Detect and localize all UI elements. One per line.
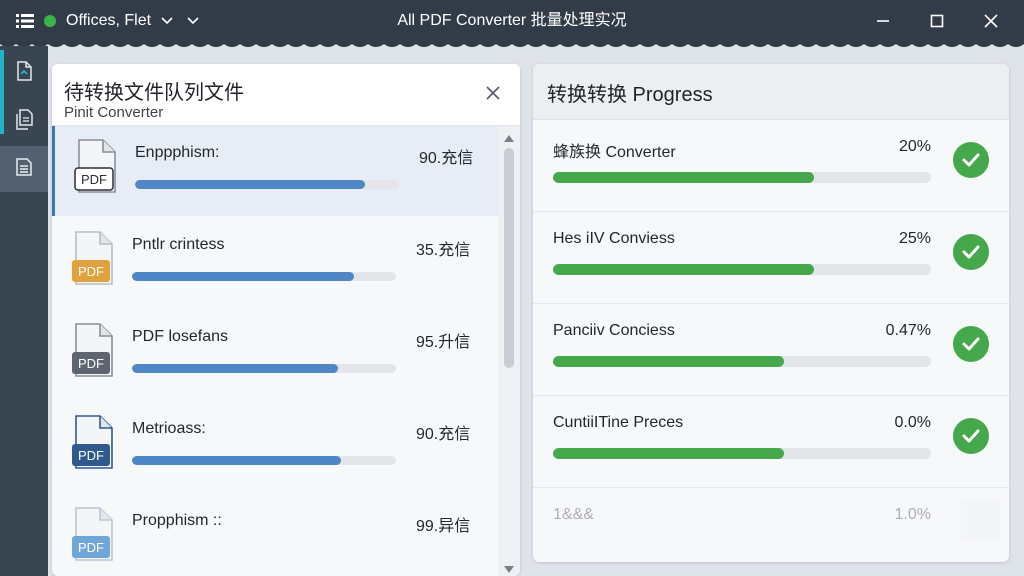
pdf-file-icon: PDF [70, 322, 116, 380]
file-progress-bar [132, 364, 396, 373]
file-queue-header: 待转换文件队列文件 Pinit Converter [52, 64, 520, 126]
title-bar-left: Offices, Flet [16, 0, 199, 42]
file-row[interactable]: PDF Enppphism: 90.充信 [52, 126, 498, 216]
file-progress-bar [132, 272, 396, 281]
check-circle-icon [953, 418, 989, 454]
rail-item-convert[interactable] [0, 50, 48, 96]
file-name: PDF losefans [132, 328, 229, 345]
pdf-file-icon: PDF [73, 138, 119, 196]
status-dot-icon [44, 15, 56, 27]
conversion-name: 蜂族换 Converter [553, 144, 676, 161]
documents-icon [13, 108, 35, 135]
file-row[interactable]: PDF PDF losefans 95.升信 [52, 310, 498, 400]
progress-header: 转换转换 Progress [533, 64, 1009, 120]
title-bar-wave-edge [0, 40, 1024, 47]
scroll-up-arrow-icon[interactable] [503, 130, 515, 142]
app-label[interactable]: Offices, Flet [66, 12, 151, 30]
close-icon [486, 85, 500, 105]
conversion-name: 1&&& [553, 506, 594, 523]
check-circle-icon [953, 142, 989, 178]
document-list-icon [13, 156, 35, 183]
file-name: Pntlr crintess [132, 236, 225, 253]
file-size: 99.异信 [416, 518, 471, 535]
conversion-name: Hes iIV Conviess [553, 230, 675, 247]
left-navigation-rail [0, 46, 48, 576]
list-menu-icon[interactable] [16, 14, 34, 28]
svg-text:PDF: PDF [78, 448, 104, 463]
conversion-name: CuntiiITine Preces [553, 414, 684, 431]
rail-item-documents[interactable] [0, 98, 48, 144]
title-bar: Offices, Flet All PDF Converter 批量处理实况 [0, 0, 1024, 42]
conversion-percent: 1.0% [894, 506, 931, 523]
pdf-file-icon: PDF [70, 414, 116, 472]
minimize-button[interactable] [856, 0, 910, 42]
file-row[interactable]: PDF Pntlr crintess 35.充信 [52, 218, 498, 308]
scrollbar-thumb[interactable] [504, 148, 514, 368]
conversion-percent: 20% [898, 138, 931, 155]
file-size: 90.充信 [419, 150, 474, 167]
conversion-row[interactable]: 1&&& 1.0% [533, 488, 1009, 562]
check-circle-icon [953, 326, 989, 362]
file-progress-bar [132, 456, 396, 465]
close-panel-button[interactable] [482, 84, 504, 106]
svg-text:PDF: PDF [78, 540, 104, 555]
conversion-percent: 0.0% [894, 414, 931, 431]
file-progress-bar [135, 180, 399, 189]
progress-title: 转换转换 Progress [547, 84, 713, 106]
file-list: PDF Enppphism: 90.充信 PDF Pntlr crintess … [52, 126, 498, 576]
maximize-button[interactable] [910, 0, 964, 42]
check-circle-icon [953, 234, 989, 270]
conversion-row[interactable]: Hes iIV Conviess 25% [533, 212, 1009, 304]
file-queue-subtitle: Pinit Converter [64, 104, 164, 121]
file-row[interactable]: PDF Metrioass: 90.充信 [52, 402, 498, 492]
file-list-scrollbar[interactable] [498, 126, 520, 576]
svg-text:PDF: PDF [78, 356, 104, 371]
conversion-name: Panciiv Conciess [553, 322, 675, 339]
conversion-percent: 25% [898, 230, 931, 247]
rail-item-document-list[interactable] [0, 146, 48, 192]
file-size: 95.升信 [416, 334, 471, 351]
conversion-percent: 0.47% [885, 322, 931, 339]
conversion-row[interactable]: 蜂族换 Converter 20% [533, 120, 1009, 212]
file-name: Metrioass: [132, 420, 206, 437]
pdf-convert-icon [13, 60, 35, 87]
svg-text:PDF: PDF [78, 264, 104, 279]
window-controls [856, 0, 1018, 42]
close-window-button[interactable] [964, 0, 1018, 42]
conversion-progress-bar [553, 448, 931, 459]
file-queue-panel: 待转换文件队列文件 Pinit Converter PDF Enppphism:… [52, 64, 520, 576]
file-size: 35.充信 [416, 242, 471, 259]
pdf-file-icon: PDF [70, 230, 116, 288]
conversion-row[interactable]: Panciiv Conciess 0.47% [533, 304, 1009, 396]
file-row[interactable]: PDF Propphism :: 99.异信 [52, 494, 498, 576]
conversion-progress-bar [553, 264, 931, 275]
conversion-progress-bar [553, 172, 931, 183]
conversion-progress-panel: 转换转换 Progress 蜂族换 Converter 20% Hes iIV … [533, 64, 1009, 562]
scroll-down-arrow-icon[interactable] [503, 562, 515, 573]
chevron-down-icon[interactable] [161, 12, 173, 30]
chevron-down-icon[interactable] [187, 12, 199, 30]
svg-text:PDF: PDF [81, 172, 107, 187]
file-size: 90.充信 [416, 426, 471, 443]
file-name: Enppphism: [135, 144, 220, 161]
pending-status-placeholder [961, 498, 1001, 542]
conversion-row[interactable]: CuntiiITine Preces 0.0% [533, 396, 1009, 488]
conversion-progress-bar [553, 356, 931, 367]
file-name: Propphism :: [132, 512, 222, 529]
pdf-file-icon: PDF [70, 506, 116, 564]
file-queue-title: 待转换文件队列文件 [64, 82, 244, 104]
